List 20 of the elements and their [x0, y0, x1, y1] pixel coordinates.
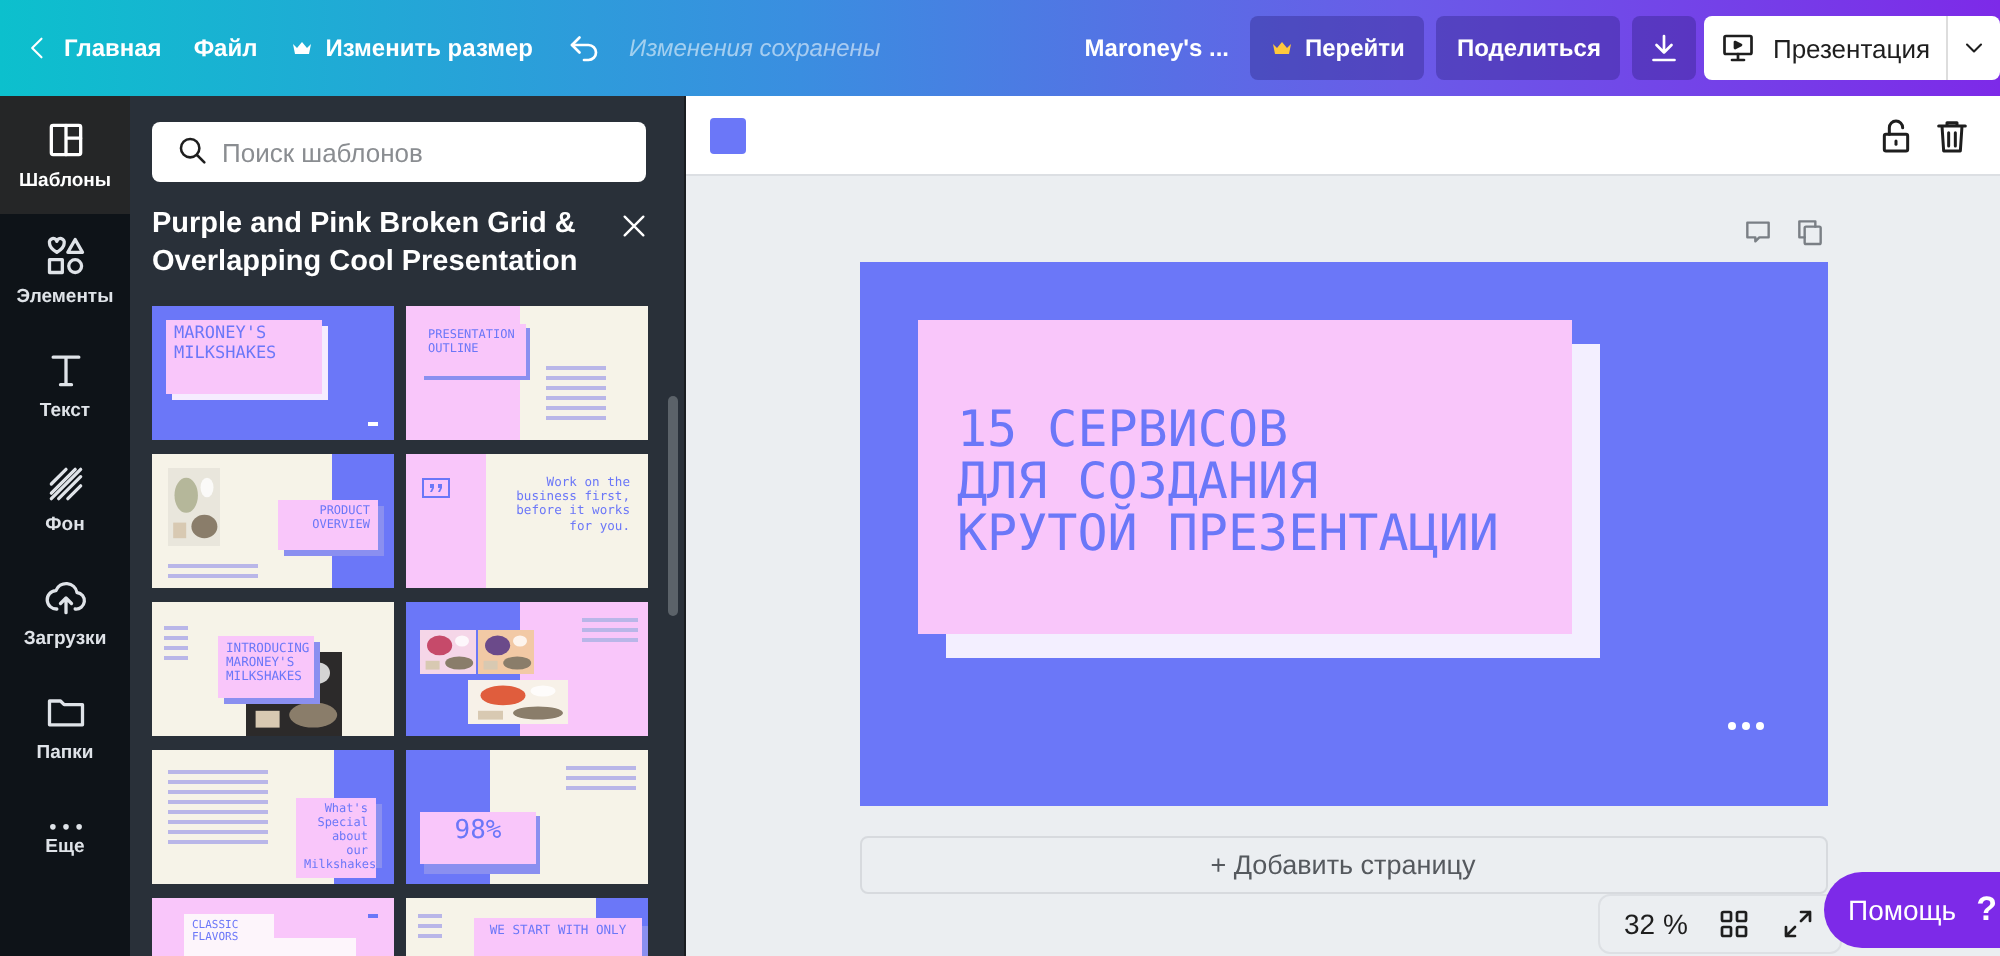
- home-button[interactable]: Главная: [12, 22, 174, 74]
- save-status: Изменения сохранены: [629, 34, 881, 62]
- slide[interactable]: 15 СЕРВИСОВ ДЛЯ СОЗДАНИЯ КРУТОЙ ПРЕЗЕНТАЦИИ: [859, 262, 1827, 806]
- zoom-level[interactable]: 32 %: [1624, 908, 1688, 940]
- slide-title[interactable]: 15 СЕРВИСОВ ДЛЯ СОЗДАНИЯ КРУТОЙ ПРЕЗЕНТАЦИИ: [917, 320, 1571, 634]
- resize-button[interactable]: Изменить размер: [277, 22, 545, 74]
- thumbnail-text: MARONEY'S MILKSHAKES: [166, 320, 322, 394]
- document-title[interactable]: Maroney's ...: [1072, 22, 1241, 74]
- add-page-button[interactable]: + Добавить страницу: [859, 836, 1827, 894]
- help-button[interactable]: Помощь ?: [1824, 872, 2000, 948]
- template-thumbnail[interactable]: 98%: [406, 750, 648, 884]
- upgrade-button[interactable]: Перейти: [1249, 16, 1425, 80]
- present-button[interactable]: Презентация: [1704, 16, 1946, 80]
- template-thumbnail[interactable]: MARONEY'S MILKSHAKES: [152, 306, 394, 440]
- file-menu[interactable]: Файл: [181, 22, 270, 74]
- search-field[interactable]: Поиск шаблонов: [152, 122, 646, 182]
- template-set-title: Purple and Pink Broken Grid & Overlapping Cool Presentation: [152, 206, 580, 282]
- sidebar-item[interactable]: Шаблоны: [0, 96, 130, 214]
- thumbnail-text: 98%: [420, 812, 536, 864]
- share-button[interactable]: Поделиться: [1436, 16, 1621, 80]
